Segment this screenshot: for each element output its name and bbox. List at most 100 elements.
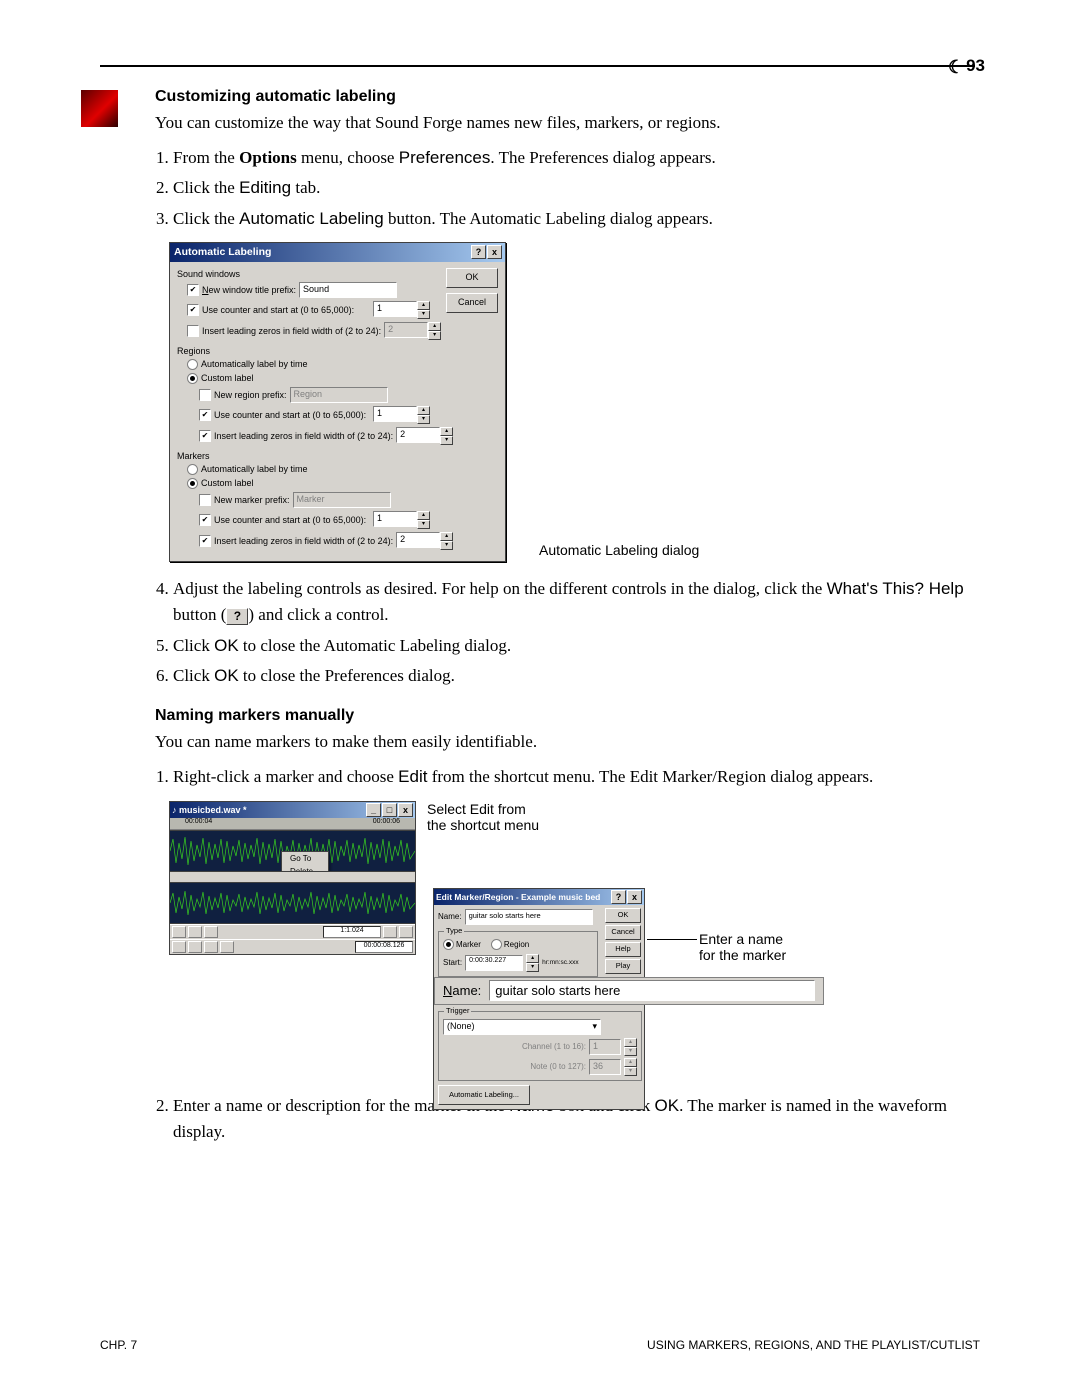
position-box: 00:00:08.126 <box>355 941 413 953</box>
max-icon[interactable]: □ <box>382 803 397 817</box>
page-number: ☾93 <box>948 55 985 76</box>
sound-forge-logo <box>81 90 118 127</box>
lbl-region-custom: Custom label <box>201 373 254 383</box>
min-icon[interactable]: _ <box>366 803 381 817</box>
footer: CHP. 7 USING MARKERS, REGIONS, AND THE P… <box>100 1338 980 1352</box>
section2-intro: You can name markers to make them easily… <box>155 731 980 754</box>
cancel-button[interactable]: Cancel <box>446 293 498 313</box>
close-icon[interactable]: x <box>398 803 413 817</box>
spinner-region-zeros[interactable]: 2▴▾ <box>396 427 453 445</box>
input-window-prefix[interactable]: Sound <box>299 282 397 298</box>
stop-icon[interactable] <box>204 941 218 953</box>
spinner-marker-zeros[interactable]: 2▴▾ <box>396 532 453 550</box>
input-region-prefix[interactable]: Region <box>290 387 388 403</box>
step-4: Adjust the labeling controls as desired.… <box>173 576 980 629</box>
auto-labeling-button[interactable]: Automatic Labeling... <box>438 1085 530 1105</box>
steps-list-2: Right-click a marker and choose Edit fro… <box>155 764 980 790</box>
spinner-region-counter[interactable]: 1▴▾ <box>373 406 430 424</box>
close-icon[interactable]: x <box>627 890 642 904</box>
input-marker-prefix[interactable]: Marker <box>293 492 391 508</box>
automatic-labeling-figure: Automatic Labeling ? x OK Cancel Sound w… <box>169 242 980 562</box>
spinner-marker-counter[interactable]: 1▴▾ <box>373 511 430 529</box>
help-button[interactable]: Help <box>605 942 641 957</box>
edit-marker-titlebar: Edit Marker/Region - Example music bed ?… <box>434 889 644 905</box>
select-trigger[interactable]: (None)▾ <box>443 1019 601 1035</box>
lbl-region-counter: Use counter and start at (0 to 65,000): <box>214 410 366 420</box>
cb-region-counter[interactable]: ✔ <box>199 409 211 421</box>
cb-region-prefix[interactable] <box>199 389 211 401</box>
spinner-window-zeros[interactable]: 2▴▾ <box>384 322 441 340</box>
input-channel: 1 <box>589 1039 621 1055</box>
dialog-titlebar: Automatic Labeling ? x <box>170 243 505 262</box>
step-2: Click the Editing tab. <box>173 175 980 201</box>
close-icon[interactable]: x <box>487 245 502 259</box>
play-button[interactable]: Play <box>605 959 641 974</box>
rb-region-auto[interactable] <box>187 359 198 370</box>
zoom-v-icon[interactable] <box>383 926 397 938</box>
steps-list-1: From the Options menu, choose Preference… <box>155 145 980 232</box>
caption-auto-labeling: Automatic Labeling dialog <box>539 542 699 558</box>
step-5: Click OK to close the Automatic Labeling… <box>173 633 980 659</box>
ok-button[interactable]: OK <box>605 908 641 923</box>
footer-left: CHP. 7 <box>100 1338 137 1352</box>
footer-right: USING MARKERS, REGIONS, AND THE PLAYLIST… <box>647 1338 980 1352</box>
play-start-icon[interactable] <box>172 941 186 953</box>
lbl-start: Start: <box>443 958 462 967</box>
edit-marker-title: Edit Marker/Region - Example music bed <box>436 892 600 902</box>
lbl-region-prefix: New region prefix: <box>214 390 287 400</box>
name-callout: Name: guitar solo starts here <box>434 977 824 1005</box>
header-rule <box>100 65 975 67</box>
rb-region[interactable] <box>491 939 502 950</box>
menu-delete[interactable]: Delete <box>282 865 328 872</box>
cancel-button[interactable]: Cancel <box>605 925 641 940</box>
spinner-window-counter[interactable]: 1▴▾ <box>373 301 430 319</box>
lbl-region-zeros: Insert leading zeros in field width of (… <box>214 431 393 441</box>
loop-icon[interactable] <box>220 941 234 953</box>
cb-window-zeros[interactable] <box>187 325 199 337</box>
lbl-note: Note (0 to 127): <box>530 1062 586 1071</box>
step-1: From the Options menu, choose Preference… <box>173 145 980 171</box>
rb-marker[interactable] <box>443 939 454 950</box>
group-regions: Regions <box>177 346 498 356</box>
cb-region-zeros[interactable]: ✔ <box>199 430 211 442</box>
input-name[interactable]: guitar solo starts here <box>465 909 593 925</box>
cb-marker-counter[interactable]: ✔ <box>199 514 211 526</box>
help-icon[interactable]: ? <box>611 890 626 904</box>
waveform-channel-1[interactable]: Go To Delete Edit... Update <box>170 830 415 872</box>
input-note: 36 <box>589 1059 621 1075</box>
caption-select-edit: Select Edit fromthe shortcut menu <box>427 801 539 835</box>
zoom-v2-icon[interactable] <box>399 926 413 938</box>
callout-label: Name: <box>443 983 481 998</box>
cb-window-prefix[interactable]: ✔ <box>187 284 199 296</box>
lbl-window-prefix: New window title prefix: <box>202 285 296 295</box>
lbl-marker-custom: Custom label <box>201 478 254 488</box>
whats-this-icon: ? <box>226 608 248 625</box>
menu-goto[interactable]: Go To <box>282 852 328 865</box>
step-6: Click OK to close the Preferences dialog… <box>173 663 980 689</box>
play-icon[interactable] <box>188 941 202 953</box>
section-heading-naming: Naming markers manually <box>155 707 980 725</box>
section1-intro: You can customize the way that Sound For… <box>155 112 980 135</box>
lbl-marker-zeros: Insert leading zeros in field width of (… <box>214 536 393 546</box>
callout-input[interactable]: guitar solo starts here <box>489 980 815 1001</box>
step2-1: Right-click a marker and choose Edit fro… <box>173 764 980 790</box>
lbl-region-auto: Automatically label by time <box>201 359 308 369</box>
input-start[interactable]: 0:00:30.227 <box>465 955 523 971</box>
ok-button[interactable]: OK <box>446 268 498 288</box>
zoom-out-icon[interactable] <box>188 926 202 938</box>
group-type: Type Marker Region Start: 0:00:30.227 ▴▾… <box>438 931 598 977</box>
wave-titlebar: ♪ musicbed.wav * _□x <box>170 802 415 818</box>
lbl-marker-auto: Automatically label by time <box>201 464 308 474</box>
cb-marker-zeros[interactable]: ✔ <box>199 535 211 547</box>
lbl-channel: Channel (1 to 16): <box>522 1042 586 1051</box>
rb-region-custom[interactable] <box>187 373 198 384</box>
zoom-toolbar: 1:1.024 <box>170 924 415 939</box>
rb-marker-custom[interactable] <box>187 478 198 489</box>
zoom-in-icon[interactable] <box>172 926 186 938</box>
waveform-channel-2[interactable] <box>170 882 415 924</box>
cb-marker-prefix[interactable] <box>199 494 211 506</box>
zoom-fit-icon[interactable] <box>204 926 218 938</box>
cb-window-counter[interactable]: ✔ <box>187 304 199 316</box>
rb-marker-auto[interactable] <box>187 464 198 475</box>
help-icon[interactable]: ? <box>471 245 486 259</box>
